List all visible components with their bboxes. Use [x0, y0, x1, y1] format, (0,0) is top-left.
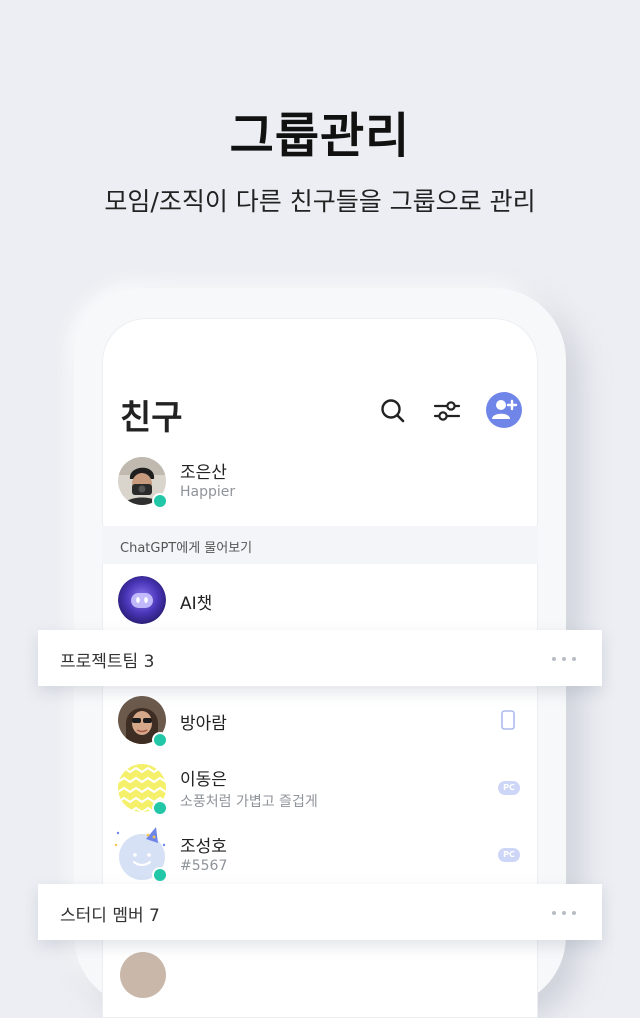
search-icon[interactable]: [378, 396, 408, 426]
pc-badge: PC: [498, 848, 520, 862]
more-icon[interactable]: [552, 657, 578, 663]
my-name: 조은산: [180, 463, 227, 483]
group-header[interactable]: 프로젝트팀 3: [38, 630, 602, 686]
section-label: ChatGPT에게 물어보기: [120, 541, 253, 556]
online-dot: [152, 732, 168, 748]
friend-status: #5567: [180, 858, 228, 874]
online-dot: [152, 867, 168, 883]
my-profile-row[interactable]: 조은산 Happier: [102, 450, 538, 512]
hero-subtitle: 모임/조직이 다른 친구들을 그룹으로 관리: [104, 187, 536, 216]
more-icon[interactable]: [552, 911, 578, 917]
friend-row[interactable]: 조성호 #5567 PC: [102, 824, 538, 886]
screen-title: 친구: [120, 398, 183, 438]
filter-icon[interactable]: [432, 396, 462, 426]
group-header[interactable]: 스터디 멤버 7: [38, 884, 602, 940]
friend-status: 소풍처럼 가볍고 즐겁게: [180, 794, 318, 810]
chatgpt-section[interactable]: ChatGPT에게 물어보기: [102, 526, 538, 564]
my-status: Happier: [180, 484, 236, 500]
hero-title: 그룹관리: [229, 108, 411, 164]
online-dot: [152, 800, 168, 816]
friend-name: 조성호: [180, 837, 227, 857]
mobile-icon: [501, 710, 515, 730]
friend-name: 이동은: [180, 770, 227, 790]
friend-row[interactable]: 이동은 소풍처럼 가볍고 즐겁게 PC: [102, 757, 538, 819]
avatar: [120, 952, 166, 998]
ai-chat-row[interactable]: AI챗: [102, 569, 538, 631]
online-dot: [152, 493, 168, 509]
pc-badge: PC: [498, 781, 520, 795]
ai-avatar: [118, 576, 166, 624]
add-friend-button[interactable]: [486, 392, 522, 428]
group-label: 프로젝트팀 3: [60, 652, 155, 672]
ai-name: AI챗: [180, 594, 213, 614]
add-friend-icon: [492, 399, 518, 419]
group-label: 스터디 멤버 7: [60, 906, 160, 926]
friend-row[interactable]: 방아람: [102, 689, 538, 751]
friend-name: 방아람: [180, 714, 227, 734]
